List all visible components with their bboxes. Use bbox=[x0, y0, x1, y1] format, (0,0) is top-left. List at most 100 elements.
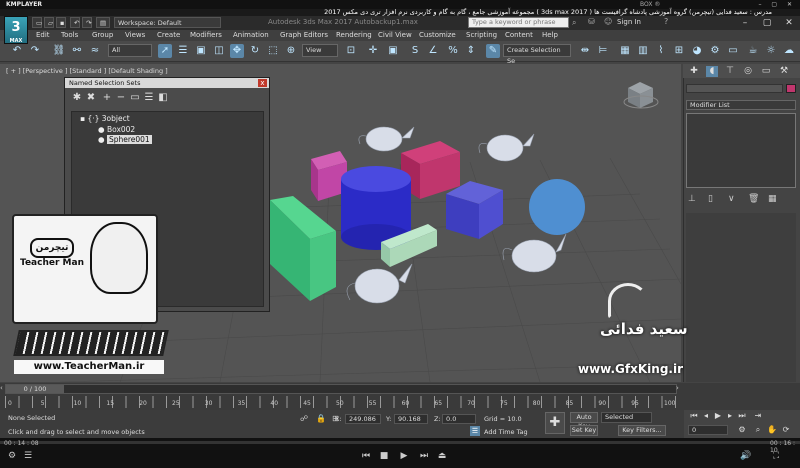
select-and-move-icon[interactable]: ✥ bbox=[230, 44, 244, 58]
material-editor-icon[interactable]: ◕ bbox=[690, 44, 704, 58]
create-new-set-icon[interactable]: ✱ bbox=[71, 92, 83, 104]
select-and-scale-icon[interactable]: ⬚ bbox=[266, 44, 280, 58]
minimize-icon[interactable]: – bbox=[734, 16, 756, 30]
player-previous-icon[interactable]: ⏮ bbox=[360, 451, 372, 461]
menu-rendering[interactable]: Rendering bbox=[336, 31, 372, 40]
player-progress-bar[interactable] bbox=[0, 441, 800, 444]
render-setup-icon[interactable]: ⚙ bbox=[708, 44, 722, 58]
workspace-dropdown[interactable]: Workspace: Default bbox=[114, 17, 221, 28]
make-unique-icon[interactable]: ∨ bbox=[728, 194, 735, 204]
previous-frame-icon[interactable]: ◂ bbox=[700, 410, 712, 422]
blue-sphere[interactable] bbox=[529, 179, 585, 235]
slider-right-arrow[interactable]: › bbox=[676, 384, 679, 392]
player-play-icon[interactable]: ▶ bbox=[398, 451, 410, 461]
player-fullscreen-icon[interactable]: ⛶ bbox=[770, 451, 782, 461]
player-playlist-icon[interactable]: ☰ bbox=[22, 451, 34, 461]
violet-box[interactable] bbox=[446, 181, 503, 239]
object-name-field[interactable] bbox=[686, 84, 783, 93]
key-filters-button[interactable]: Key Filters... bbox=[618, 425, 666, 436]
teapot-object[interactable] bbox=[346, 263, 413, 304]
menu-create[interactable]: Create bbox=[157, 31, 180, 40]
modifier-stack[interactable] bbox=[686, 113, 796, 188]
modify-tab-icon[interactable]: ◖ bbox=[706, 66, 718, 77]
keyboard-shortcut-toggle-icon[interactable]: ▣ bbox=[386, 44, 400, 58]
viewcube-icon[interactable] bbox=[623, 82, 659, 109]
menu-animation[interactable]: Animation bbox=[233, 31, 269, 40]
set-key-button[interactable]: Set Key bbox=[570, 425, 598, 436]
key-mode-dropdown[interactable]: Selected bbox=[601, 412, 652, 423]
pivot-center-icon[interactable]: ⊡ bbox=[344, 44, 358, 58]
angle-snap-icon[interactable]: ∠ bbox=[426, 44, 440, 58]
project-folder-icon[interactable]: ▤ bbox=[96, 17, 110, 28]
scene-explorer-icon[interactable]: ▥ bbox=[636, 44, 650, 58]
undo-title-icon[interactable]: ↶ bbox=[70, 17, 80, 28]
player-next-icon[interactable]: ⏭ bbox=[418, 451, 430, 461]
search-icon[interactable]: ⌕ bbox=[572, 18, 582, 28]
dialog-close-button[interactable]: x bbox=[258, 79, 267, 87]
render-active-icon[interactable]: ☼ bbox=[764, 44, 778, 58]
mirror-icon[interactable]: ⇹ bbox=[578, 44, 592, 58]
menu-views[interactable]: Views bbox=[125, 31, 145, 40]
open-file-icon[interactable]: ▱ bbox=[44, 17, 54, 28]
layer-explorer-icon[interactable]: ▦ bbox=[618, 44, 632, 58]
render-production-icon[interactable]: ☕ bbox=[746, 44, 760, 58]
user-icon[interactable]: ☺ bbox=[604, 17, 612, 26]
select-objects-in-set-icon[interactable]: ▭ bbox=[129, 92, 141, 104]
select-and-rotate-icon[interactable]: ↻ bbox=[248, 44, 262, 58]
redo-icon[interactable]: ↷ bbox=[28, 44, 42, 58]
unlink-icon[interactable]: ⚯ bbox=[70, 44, 84, 58]
next-frame-icon[interactable]: ▸ bbox=[724, 410, 736, 422]
play-icon[interactable]: ▶ bbox=[712, 410, 724, 422]
menu-civil-view[interactable]: Civil View bbox=[378, 31, 412, 40]
search-input[interactable]: Type a keyword or phrase bbox=[468, 17, 569, 28]
motion-tab-icon[interactable]: ◎ bbox=[742, 66, 754, 77]
app-menu-button[interactable]: 3 MAX bbox=[4, 16, 28, 44]
go-to-start-icon[interactable]: ⏮ bbox=[688, 410, 700, 422]
percent-snap-icon[interactable]: % bbox=[446, 44, 460, 58]
time-slider-track[interactable] bbox=[5, 384, 677, 394]
modifier-list-dropdown[interactable]: Modifier List bbox=[686, 100, 796, 110]
align-icon[interactable]: ⊨ bbox=[596, 44, 610, 58]
slider-left-arrow[interactable]: ‹ bbox=[0, 384, 3, 392]
reference-coordinate-dropdown[interactable]: View bbox=[302, 44, 338, 57]
z-coordinate-field[interactable]: 0.0 bbox=[442, 414, 476, 424]
save-file-icon[interactable]: ▪ bbox=[56, 17, 66, 28]
selection-filter-dropdown[interactable]: All bbox=[108, 44, 152, 57]
tree-item-object[interactable]: ● Box002 bbox=[98, 125, 135, 135]
menu-customize[interactable]: Customize bbox=[419, 31, 456, 40]
select-and-place-icon[interactable]: ⊕ bbox=[284, 44, 298, 58]
object-color-swatch[interactable] bbox=[786, 84, 796, 93]
set-key-icon[interactable]: ✚ bbox=[545, 412, 565, 434]
player-eject-icon[interactable]: ⏏ bbox=[436, 451, 448, 461]
create-tab-icon[interactable]: ✚ bbox=[688, 66, 700, 77]
menu-tools[interactable]: Tools bbox=[61, 31, 78, 40]
help-icon[interactable]: ? bbox=[664, 17, 668, 26]
menu-help[interactable]: Help bbox=[542, 31, 558, 40]
time-slider[interactable]: 0 / 100 bbox=[6, 385, 64, 393]
auto-key-button[interactable]: Auto Key bbox=[570, 412, 598, 430]
pan-viewport-icon[interactable]: ✋ bbox=[766, 424, 778, 436]
a360-icon[interactable]: ☁ bbox=[782, 44, 796, 58]
add-selected-icon[interactable]: + bbox=[101, 92, 113, 104]
go-to-end-icon[interactable]: ⏭ bbox=[736, 410, 748, 422]
spinner-snap-icon[interactable]: ⇕ bbox=[464, 44, 478, 58]
menu-modifiers[interactable]: Modifiers bbox=[190, 31, 222, 40]
orbit-viewport-icon[interactable]: ⟳ bbox=[780, 424, 792, 436]
tree-item-object[interactable]: ● Sphere001 bbox=[98, 135, 152, 145]
undo-icon[interactable]: ↶ bbox=[10, 44, 24, 58]
teapot-object[interactable] bbox=[478, 133, 535, 162]
x-coordinate-field[interactable]: 249.086 bbox=[345, 414, 381, 424]
isolate-toggle-icon[interactable]: ☍ bbox=[300, 414, 308, 423]
menu-content[interactable]: Content bbox=[505, 31, 533, 40]
menu-group[interactable]: Group bbox=[92, 31, 113, 40]
named-selection-set-dropdown[interactable]: Create Selection Se bbox=[503, 44, 571, 65]
current-frame-field[interactable]: 0 bbox=[688, 425, 728, 435]
remove-icon[interactable]: ✖ bbox=[85, 92, 97, 104]
remove-modifier-icon[interactable]: 🗑 bbox=[748, 194, 759, 204]
cart-icon[interactable]: ⛁ bbox=[588, 17, 595, 26]
add-time-tag[interactable]: Add Time Tag bbox=[484, 428, 528, 436]
time-configuration-icon[interactable]: ⚙ bbox=[736, 424, 748, 436]
bind-space-warp-icon[interactable]: ≈ bbox=[88, 44, 102, 58]
time-tag-icon[interactable]: ☰ bbox=[470, 426, 480, 436]
select-by-name-icon[interactable]: ☰ bbox=[176, 44, 190, 58]
